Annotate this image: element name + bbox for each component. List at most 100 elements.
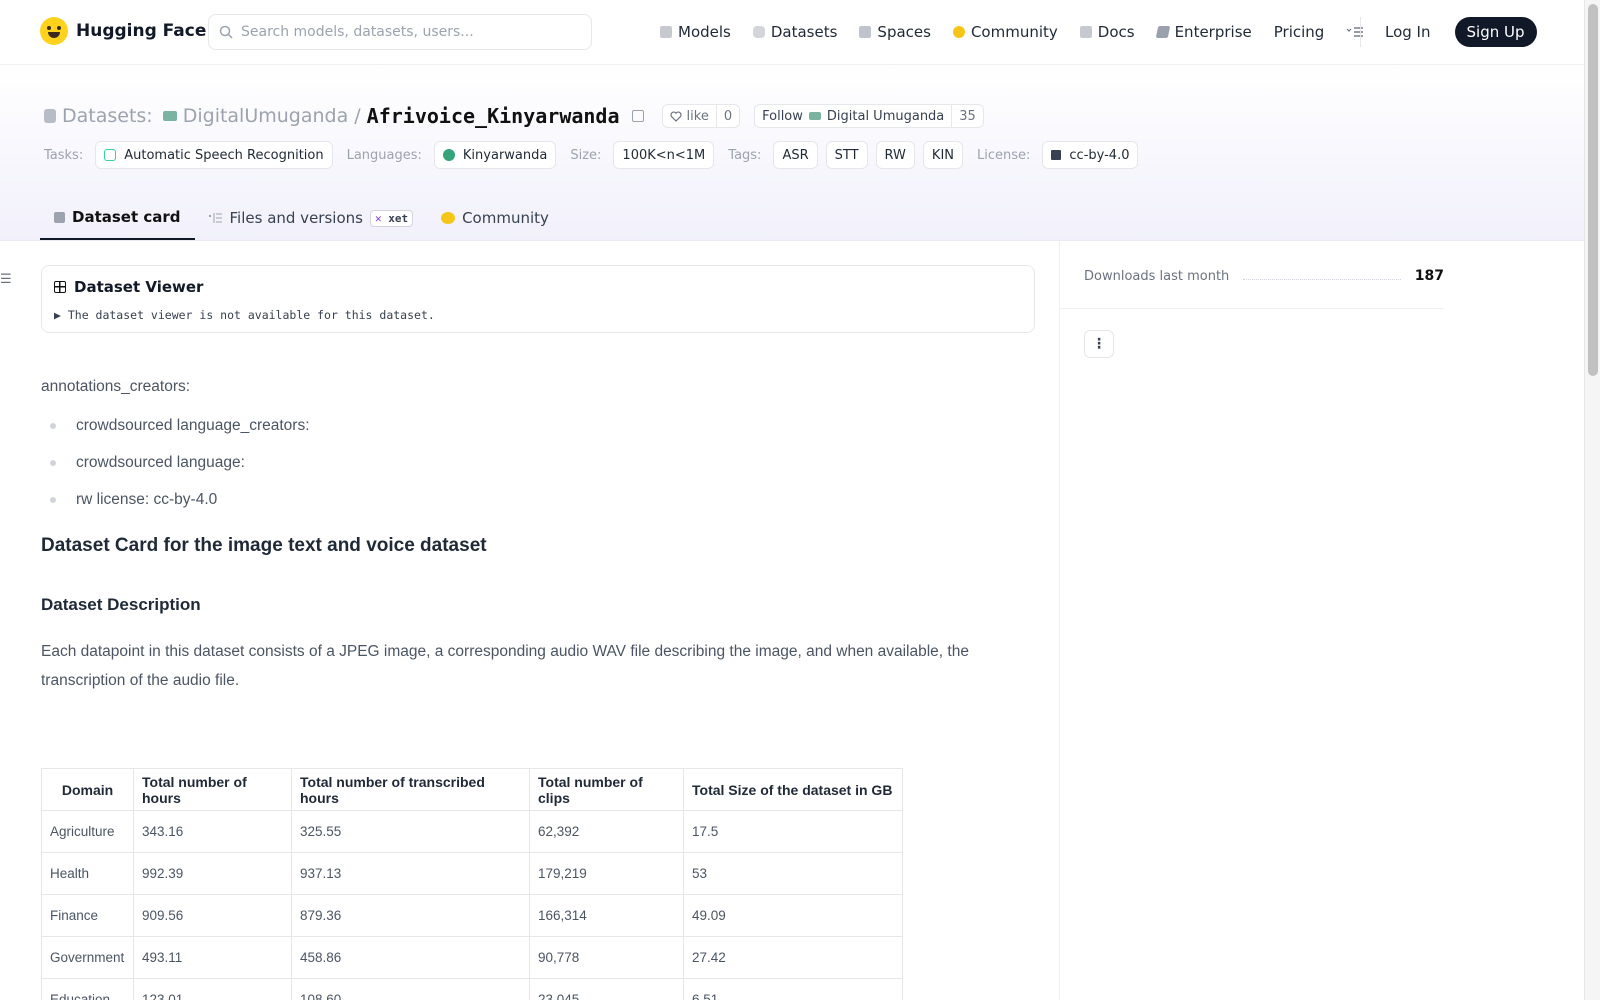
table-row: Agriculture 343.16 325.55 62,392 17.5 [41, 810, 903, 853]
tag-chip-kin[interactable]: KIN [922, 141, 964, 169]
cube-icon [54, 211, 65, 223]
metadata-bullet-list: crowdsourced language_creators: crowdsou… [41, 417, 1035, 509]
bullet-dot [50, 423, 56, 429]
dataset-stats-table: Domain Total number of hours Total numbe… [41, 768, 903, 1000]
table-cell: 53 [683, 852, 903, 895]
table-cell: 123.01 [133, 978, 292, 1000]
tab-files-and-versions[interactable]: Files and versions ✕ xet [195, 196, 428, 240]
column-header: Total number of transcribed hours [291, 768, 530, 811]
language-chip-label: Kinyarwanda [462, 147, 548, 163]
signup-button[interactable]: Sign Up [1454, 17, 1537, 47]
hugging-face-logo-icon [40, 17, 68, 45]
downloads-label: Downloads last month [1084, 268, 1230, 284]
tasks-label: Tasks: [44, 147, 84, 163]
tab-dataset-card[interactable]: Dataset card [40, 196, 195, 240]
column-header: Total number of hours [133, 768, 292, 811]
nav-spaces[interactable]: Spaces [859, 23, 931, 41]
list-item-text: crowdsourced language_creators: [76, 417, 310, 434]
table-row: Education 123.01 108.60 23,045 6.51 [41, 978, 903, 1000]
table-cell: 27.42 [683, 936, 903, 979]
card-heading: Dataset Card for the image text and voic… [41, 535, 487, 556]
org-avatar-icon [162, 111, 177, 121]
table-cell: 108.60 [291, 978, 530, 1000]
section-label[interactable]: Datasets: [62, 105, 153, 127]
like-label: like [686, 108, 709, 124]
book-icon [1079, 26, 1092, 38]
sidebar-divider [1059, 241, 1060, 1000]
viewer-unavailable-toggle[interactable]: ▶ The dataset viewer is not available fo… [54, 308, 1022, 322]
scale-icon [1051, 150, 1062, 160]
repo-name[interactable]: Afrivoice_Kinyarwanda [367, 104, 620, 128]
dataset-card-content: annotations_creators: crowdsourced langu… [41, 378, 1035, 695]
dataset-viewer-title: Dataset Viewer [54, 278, 1022, 296]
tab-dataset-card-label: Dataset card [72, 208, 181, 226]
tab-community[interactable]: Community [427, 196, 563, 240]
license-label: License: [977, 147, 1031, 163]
list-item: crowdsourced language: [41, 454, 1035, 472]
tag-chip-asr[interactable]: ASR [773, 141, 818, 169]
list-item-text: crowdsourced language: [76, 454, 245, 471]
table-cell: 17.5 [683, 810, 903, 853]
dataset-viewer: Dataset Viewer ▶ The dataset viewer is n… [41, 265, 1035, 333]
nav-models[interactable]: Models [660, 23, 731, 41]
header-divider [0, 240, 1584, 241]
follow-button[interactable]: Follow Digital Umuganda 35 [754, 104, 984, 128]
follow-label: Follow [762, 108, 803, 124]
nav-pricing[interactable]: Pricing [1274, 23, 1325, 41]
license-chip[interactable]: cc-by-4.0 [1042, 141, 1139, 169]
repo-tabs: Dataset card Files and versions ✕ xet Co… [40, 196, 563, 240]
speech-recognition-icon [104, 149, 117, 161]
size-label: Size: [570, 147, 602, 163]
license-chip-label: cc-by-4.0 [1069, 147, 1130, 163]
tab-community-label: Community [462, 209, 549, 227]
sidebar-separator [1060, 308, 1444, 309]
task-chip[interactable]: Automatic Speech Recognition [95, 141, 333, 169]
follow-wrap: Follow Digital Umuganda [755, 105, 951, 127]
vertical-dots-icon: ⋮ [1092, 336, 1106, 352]
database-icon [752, 26, 765, 38]
downloads-stat: Downloads last month 187 [1084, 268, 1444, 284]
table-cell: 879.36 [291, 894, 530, 937]
nav-community-label: Community [970, 23, 1058, 41]
login-link[interactable]: Log In [1375, 23, 1441, 41]
languages-label: Languages: [346, 147, 422, 163]
size-chip[interactable]: 100K<n<1M [613, 141, 715, 169]
nav-divider [1360, 17, 1361, 47]
scrollbar-thumb[interactable] [1588, 4, 1598, 376]
language-chip[interactable]: Kinyarwanda [433, 141, 557, 169]
table-cell: 49.09 [683, 894, 903, 937]
page-scrollbar[interactable] [1584, 0, 1600, 1000]
nav-community[interactable]: Community [952, 23, 1058, 41]
dotted-leader [1243, 272, 1401, 280]
search-input[interactable] [241, 24, 591, 40]
org-link[interactable]: DigitalUmuganda [183, 105, 349, 127]
search-box[interactable] [208, 14, 592, 50]
brand-logo[interactable]: Hugging Face [40, 17, 206, 45]
auth-links: Log In Sign Up [1360, 0, 1537, 64]
nav-enterprise[interactable]: Enterprise [1155, 23, 1252, 41]
annotations-creators-line: annotations_creators: [41, 378, 191, 395]
table-cell: 909.56 [133, 894, 292, 937]
table-cell: 992.39 [133, 852, 292, 895]
metadata-tags: Tasks: Automatic Speech Recognition Lang… [44, 141, 1139, 169]
sidebar-options-button[interactable]: ⋮ [1084, 330, 1114, 358]
like-button[interactable]: like 0 [661, 104, 741, 128]
table-header-row: Domain Total number of hours Total numbe… [41, 768, 903, 811]
nav-spaces-label: Spaces [877, 23, 931, 41]
table-cell: Agriculture [41, 810, 134, 853]
nav-docs[interactable]: Docs [1079, 23, 1135, 41]
tag-chip-rw[interactable]: RW [875, 141, 915, 169]
nav-pricing-label: Pricing [1273, 23, 1325, 41]
dataset-icon [44, 109, 56, 123]
copy-icon[interactable] [631, 110, 644, 122]
nav-datasets[interactable]: Datasets [752, 23, 838, 41]
nav-datasets-label: Datasets [770, 23, 838, 41]
tag-chip-stt[interactable]: STT [825, 141, 868, 169]
dataset-viewer-title-text: Dataset Viewer [74, 278, 204, 296]
table-cell: Finance [41, 894, 134, 937]
cube-icon [660, 26, 672, 38]
toc-toggle-icon[interactable]: ☰ [0, 272, 12, 287]
table-cell: Health [41, 852, 134, 895]
description-heading: Dataset Description [41, 595, 201, 614]
nav-enterprise-label: Enterprise [1174, 23, 1252, 41]
